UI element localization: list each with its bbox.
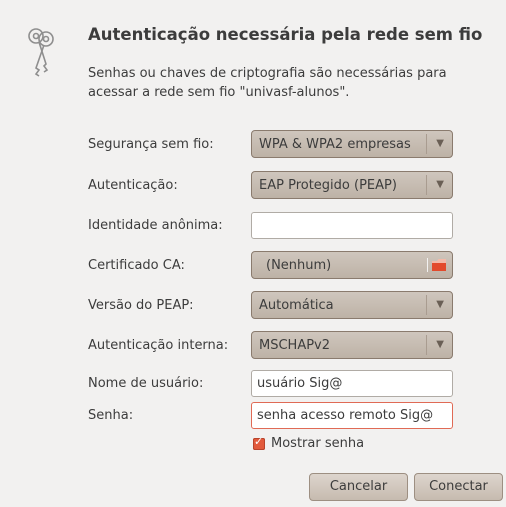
authentication-value: EAP Protegido (PEAP) [259,178,397,193]
username-value: usuário Sig@ [257,376,343,391]
peap-version-label: Versão do PEAP: [88,298,194,313]
dropdown-arrow-icon: ▼ [436,339,444,350]
authentication-combo[interactable]: EAP Protegido (PEAP) ▼ [251,171,453,199]
dialog-description: Senhas ou chaves de criptografia são nec… [88,66,447,100]
dialog-title: Autenticação necessária pela rede sem fi… [88,25,483,44]
inner-authentication-combo[interactable]: MSCHAPv2 ▼ [251,331,453,359]
dropdown-arrow-icon: ▼ [436,138,444,149]
chooser-separator [427,258,428,272]
connect-button[interactable]: Conectar [414,473,503,501]
combo-separator [426,335,427,355]
dropdown-arrow-icon: ▼ [436,179,444,190]
anonymous-identity-label: Identidade anônima: [88,218,223,233]
ca-certificate-chooser[interactable]: (Nenhum) [251,251,453,279]
checkmark-icon: ✓ [254,435,264,448]
password-label: Senha: [88,408,134,423]
show-password-checkbox[interactable]: ✓ [253,435,265,450]
username-label: Nome de usuário: [88,376,204,391]
cancel-button[interactable]: Cancelar [309,473,408,501]
peap-version-combo[interactable]: Automática ▼ [251,291,453,319]
combo-separator [426,175,427,195]
inner-authentication-value: MSCHAPv2 [259,338,331,353]
wireless-security-label: Segurança sem fio: [88,137,214,152]
dropdown-arrow-icon: ▼ [436,299,444,310]
authentication-label: Autenticação: [88,178,178,193]
password-value: senha acesso remoto Sig@ [257,408,434,423]
username-input[interactable]: usuário Sig@ [251,370,453,397]
combo-separator [426,295,427,315]
wireless-security-combo[interactable]: WPA & WPA2 empresas ▼ [251,130,453,158]
combo-separator [426,134,427,154]
ca-certificate-label: Certificado CA: [88,258,185,273]
auth-dialog: Autenticação necessária pela rede sem fi… [0,0,506,507]
anonymous-identity-input[interactable] [251,212,453,239]
show-password-label: Mostrar senha [271,436,365,451]
folder-icon [432,259,446,271]
peap-version-value: Automática [259,298,334,313]
keys-icon [28,28,54,77]
wireless-security-value: WPA & WPA2 empresas [259,137,411,152]
ca-certificate-value: (Nenhum) [266,258,332,273]
password-input[interactable]: senha acesso remoto Sig@ [251,402,453,429]
inner-authentication-label: Autenticação interna: [88,338,229,353]
